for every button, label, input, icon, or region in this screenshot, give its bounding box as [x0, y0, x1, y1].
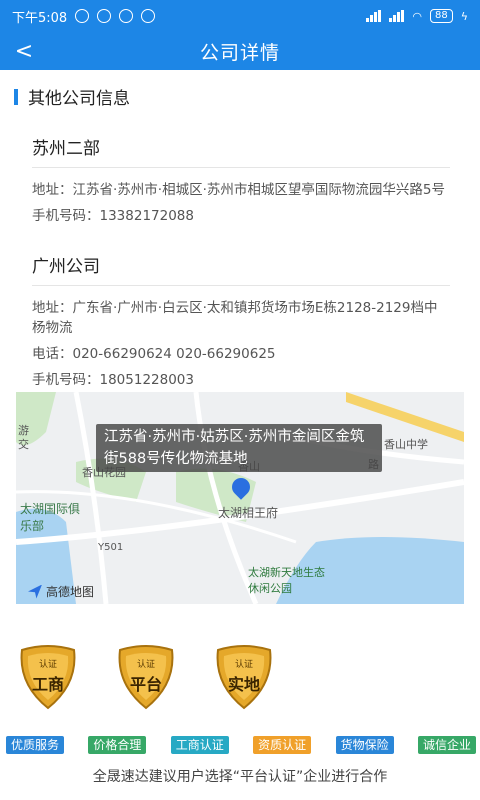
status-bar: 下午5:08 ◠ 88 ϟ [0, 0, 480, 32]
map-provider-logo: 高德地图 [28, 583, 94, 600]
company-mobile[interactable]: 手机号码：18051228003 [32, 370, 450, 390]
page-title: 公司详情 [199, 41, 280, 64]
header: < 公司详情 [0, 32, 480, 70]
company-mobile[interactable]: 手机号码：13382172088 [32, 206, 450, 226]
company-name: 广州公司 [32, 252, 450, 286]
map-label-jiao: 交 [18, 438, 29, 451]
app-notification-icon [141, 9, 156, 23]
tag-fair-price: 价格合理 [88, 736, 147, 754]
tag-quality-service: 优质服务 [6, 736, 65, 754]
signal-icon-2 [389, 10, 405, 22]
company-name: 苏州二部 [32, 134, 450, 168]
notification-icon [119, 9, 134, 23]
map-label-road: Y501 [98, 542, 124, 553]
badge-platform: 认证 平台 [114, 644, 178, 710]
charging-icon: ϟ [460, 9, 468, 23]
company-address: 地址：广东省·广州市·白云区·太和镇邦货场市场E栋2128-2129档中杨物流 [32, 300, 438, 336]
badge-business: 认证 工商 [16, 644, 80, 710]
wifi-icon: ◠ [412, 9, 422, 23]
signal-icon [366, 10, 382, 22]
back-button[interactable]: < [8, 32, 40, 70]
tag-trusted-company: 诚信企业 [417, 736, 476, 754]
status-time: 下午5:08 [12, 10, 68, 26]
map-label-park: 太湖新天地生态休闲公园 [248, 566, 325, 595]
tag-qualification-cert: 资质认证 [253, 736, 312, 754]
company-phone[interactable]: 电话：020-66290624 020-66290625 [32, 344, 450, 364]
map-label-xiangshan-school: 香山中学 [384, 438, 428, 451]
badge-onsite: 认证 实地 [212, 644, 276, 710]
tag-cargo-insurance: 货物保险 [335, 736, 394, 754]
recommendation-note: 全晟速达建议用户选择“平台认证”企业进行合作 [92, 769, 388, 785]
alarm-icon [97, 9, 112, 23]
section-title: 其他公司信息 [14, 84, 130, 109]
tag-business-cert: 工商认证 [170, 736, 229, 754]
location-map[interactable]: 游 交 香山花园 香山中学 路 香山 太湖相王府 太湖国际俱乐部 Y501 太湖… [16, 392, 464, 604]
company-card-suzhou: 苏州二部 地址：江苏省·苏州市·相城区·苏州市相城区望亭国际物流园华兴路5号 手… [32, 134, 450, 226]
battery-icon: 88 [430, 9, 453, 23]
map-address-bubble: 江苏省·苏州市·姑苏区·苏州市金阊区金筑街588号传化物流基地 [96, 424, 382, 472]
back-arrow-icon: < [14, 38, 34, 64]
amap-logo-icon [28, 584, 42, 599]
certification-badges: 认证 工商 认证 平台 认证 实地 [16, 644, 276, 710]
section-marker [14, 88, 18, 105]
map-label-xiangwang: 太湖相王府 [218, 506, 279, 520]
company-card-guangzhou: 广州公司 地址：广东省·广州市·白云区·太和镇邦货场市场E栋2128-2129档… [32, 252, 450, 390]
company-address: 地址：江苏省·苏州市·相城区·苏州市相城区望亭国际物流园华兴路5号 [32, 182, 445, 198]
mute-icon [75, 9, 90, 23]
map-label-club: 太湖国际俱乐部 [20, 502, 81, 533]
section-title-text: 其他公司信息 [28, 89, 130, 109]
feature-tags: 优质服务 价格合理 工商认证 资质认证 货物保险 诚信企业 [6, 736, 476, 754]
